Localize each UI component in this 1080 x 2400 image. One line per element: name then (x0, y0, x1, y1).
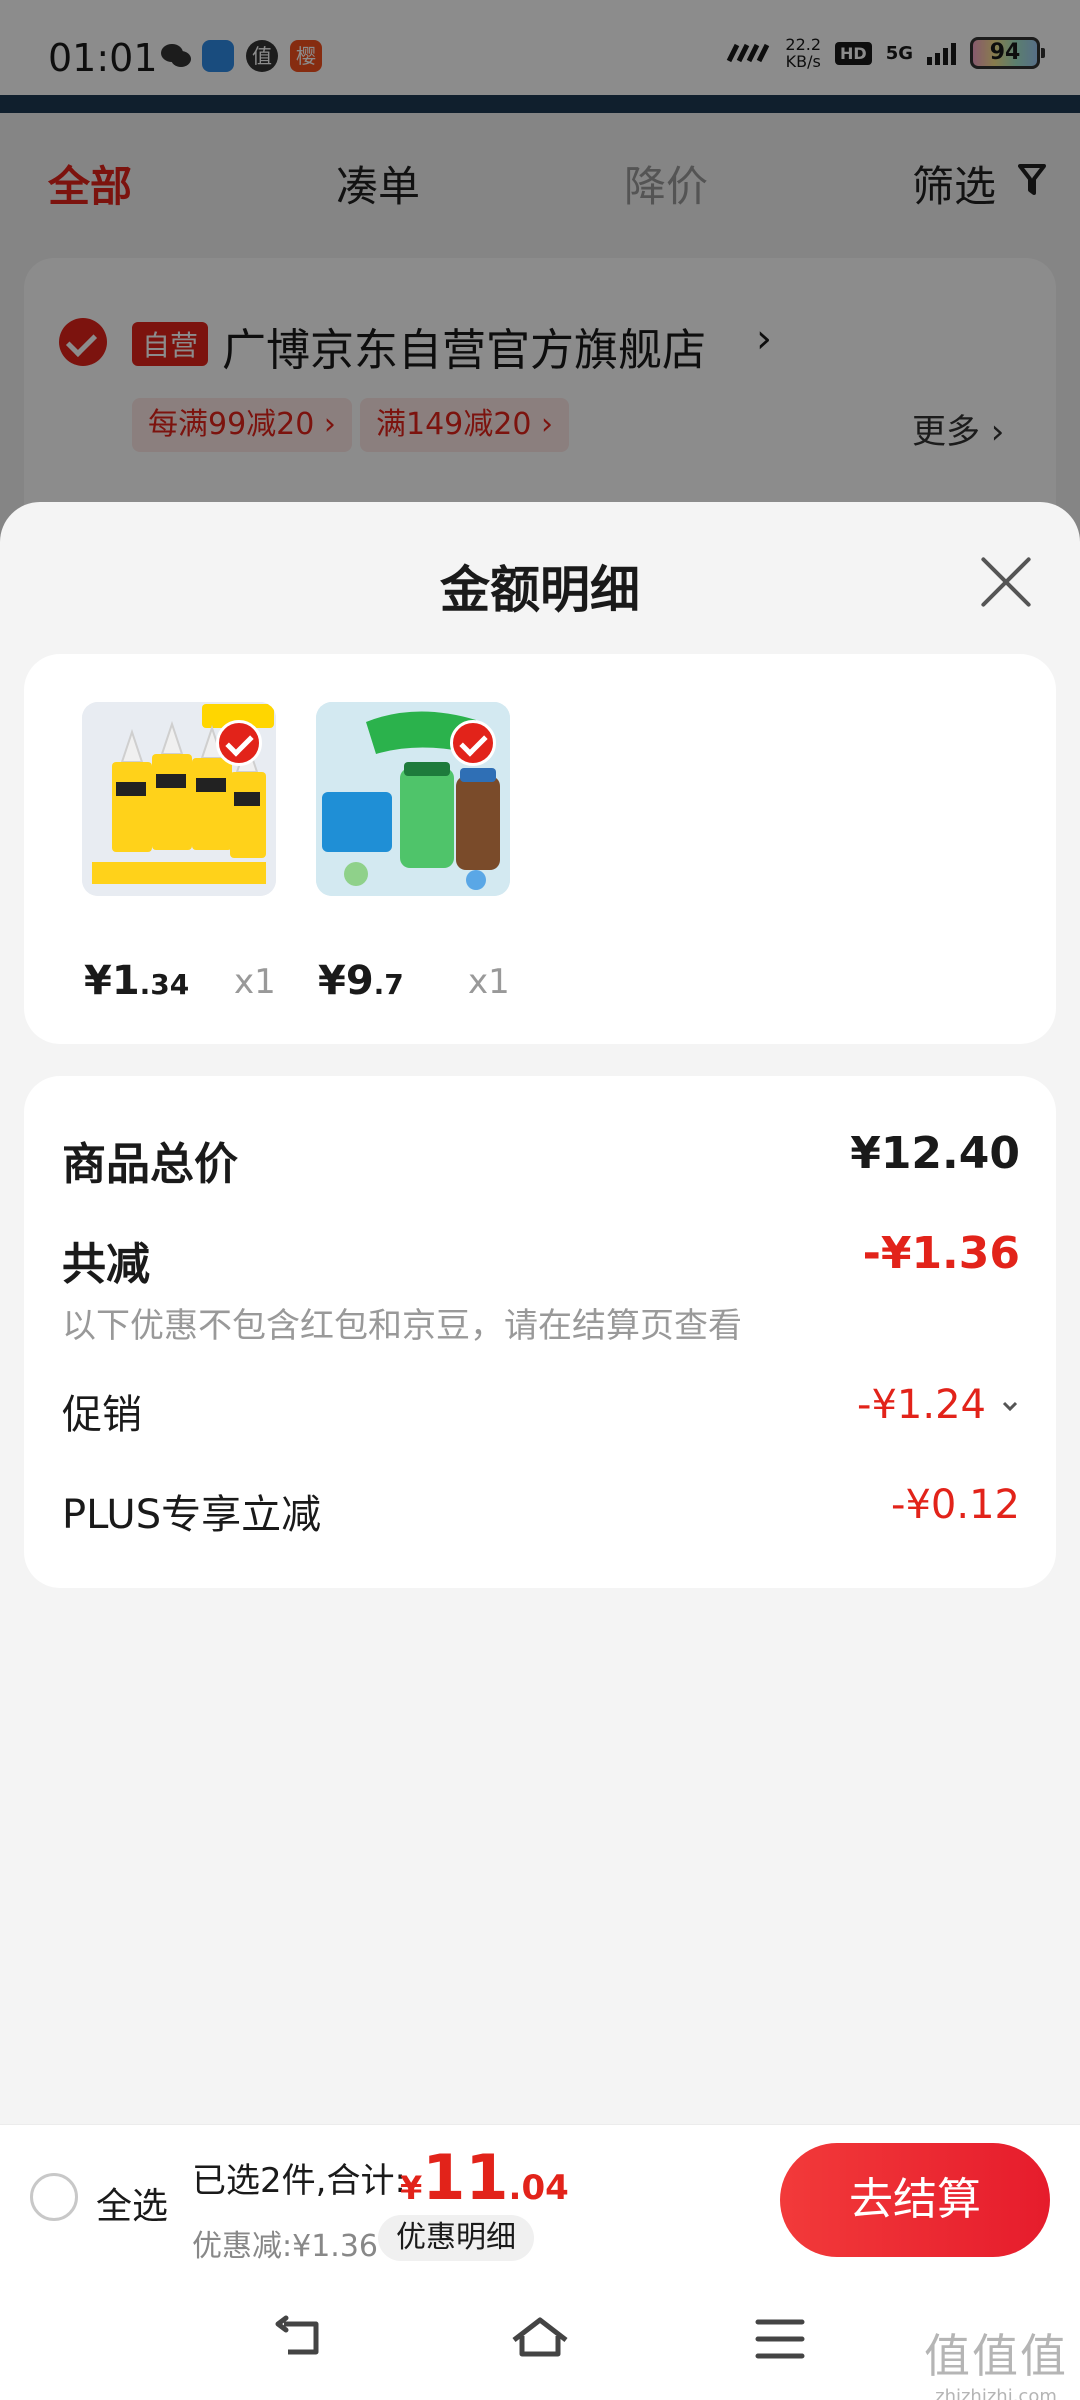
product-item[interactable]: ¥9.7 x1 (316, 702, 516, 1004)
product-item[interactable]: ¥1.34 x1 (82, 702, 282, 1004)
product-price: ¥1.34 (84, 958, 190, 1004)
product-image (82, 702, 276, 896)
discount-summary: 优惠减:¥1.36 (192, 2229, 378, 2264)
reduce-value: -¥1.36 (862, 1228, 1020, 1279)
menu-icon[interactable] (750, 2314, 810, 2364)
promo-label[interactable]: 促销 (62, 1382, 142, 1440)
product-qty: x1 (468, 962, 510, 1002)
checkout-button[interactable]: 去结算 (780, 2143, 1050, 2257)
system-nav-bar (0, 2276, 1080, 2400)
checkout-bar: 全选 已选2件,合计: ¥11.04 优惠减:¥1.36 优惠明细 去结算 (0, 2124, 1080, 2276)
promo-value[interactable]: -¥1.24 (857, 1382, 986, 1428)
back-icon[interactable] (270, 2314, 330, 2364)
amount-detail-sheet: 金额明细 ¥1.34 x1 ¥9.7 x1 商品总价 ¥12.40 共减 -¥1… (0, 502, 1080, 2400)
products-card: ¥1.34 x1 ¥9.7 x1 (24, 654, 1056, 1044)
cart-page: 01:01 值 樱 22.2 KB/s HD 5G 94 全部 凑单 降价 筛选… (0, 0, 1080, 2400)
close-icon[interactable] (978, 554, 1034, 610)
plus-value: -¥0.12 (891, 1482, 1020, 1528)
discount-detail-button[interactable]: 优惠明细 (378, 2215, 534, 2261)
selected-info: 已选2件,合计: (192, 2161, 406, 2201)
product-qty: x1 (234, 962, 276, 1002)
plus-label: PLUS专享立减 (62, 1492, 322, 1538)
total-label: 商品总价 (62, 1139, 238, 1190)
product-price: ¥9.7 (318, 958, 404, 1004)
sheet-title: 金额明细 (440, 561, 640, 619)
summary-card: 商品总价 ¥12.40 共减 -¥1.36 以下优惠不包含红包和京豆，请在结算页… (24, 1076, 1056, 1588)
select-all-label[interactable]: 全选 (96, 2177, 168, 2229)
selected-check-icon (216, 720, 262, 766)
discount-note: 以下优惠不包含红包和京豆，请在结算页查看 (62, 1306, 742, 1346)
select-all-checkbox[interactable] (30, 2173, 78, 2221)
dim-overlay[interactable] (0, 0, 1080, 560)
watermark: 值值值 zhizhizhi.com (924, 2329, 1068, 2400)
reduce-label: 共减 (62, 1239, 150, 1290)
product-image (316, 702, 510, 896)
total-value: ¥12.40 (850, 1128, 1020, 1179)
selected-check-icon (450, 720, 496, 766)
chevron-down-icon[interactable] (1000, 1396, 1020, 1416)
total-amount: ¥11.04 (400, 2141, 569, 2214)
home-icon[interactable] (510, 2314, 570, 2364)
